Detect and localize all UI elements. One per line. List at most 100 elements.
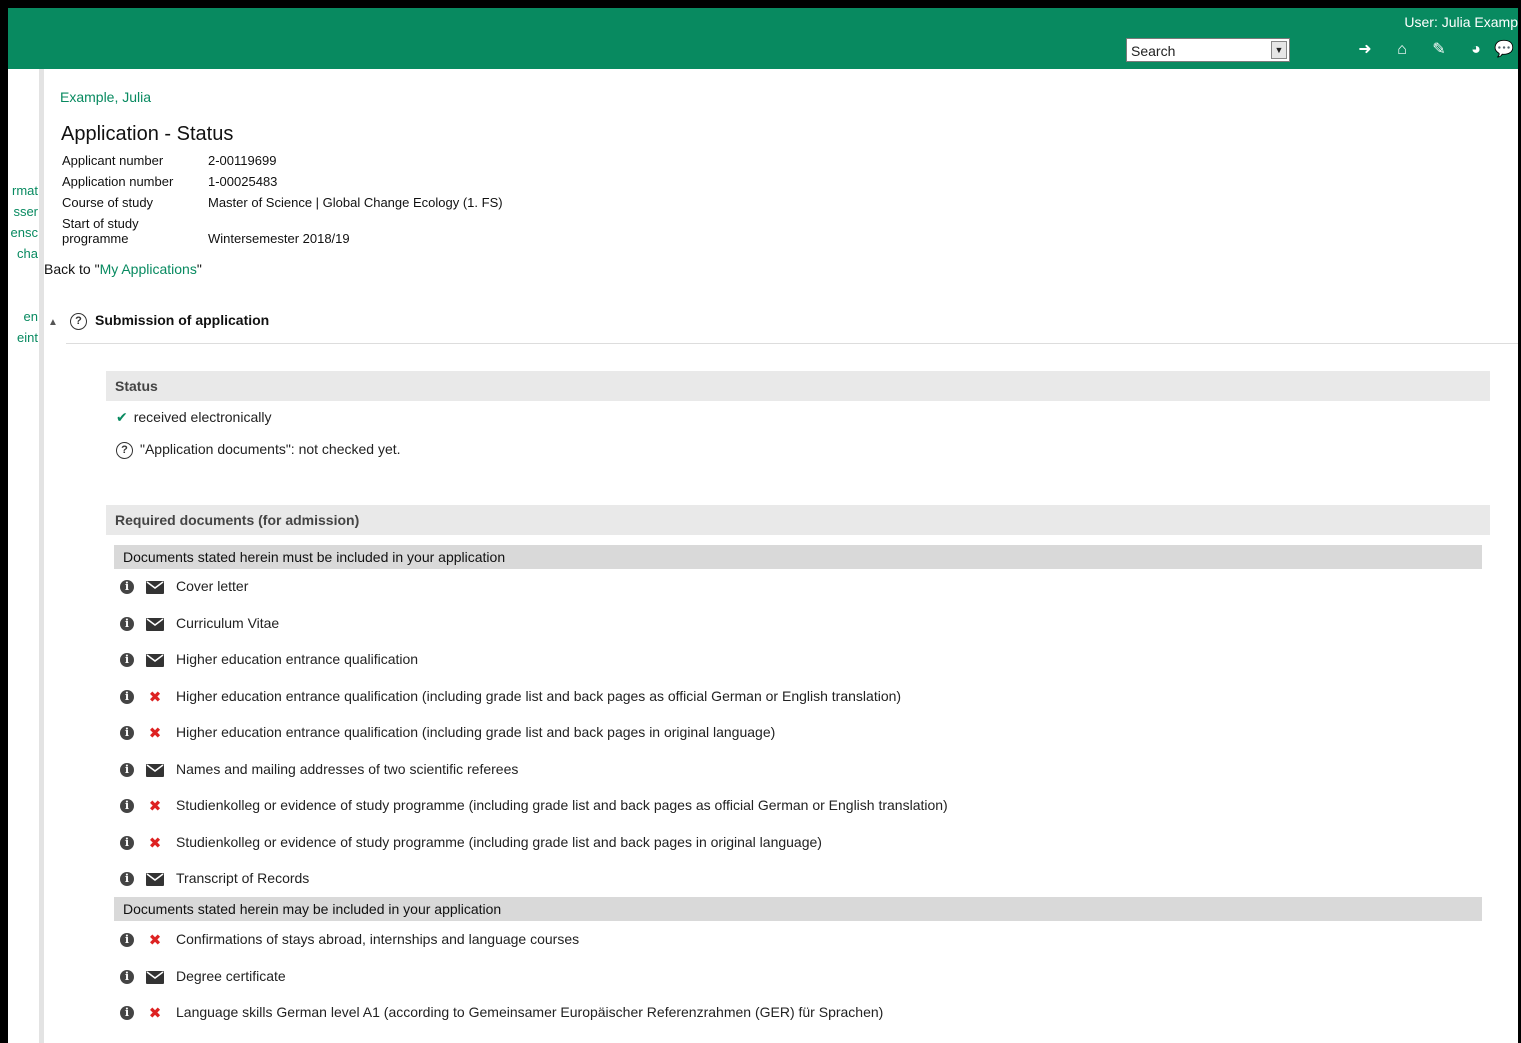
envelope-icon bbox=[144, 579, 166, 596]
document-row: i Higher education entrance qualification bbox=[120, 651, 418, 671]
left-nav-item[interactable]: en bbox=[24, 309, 38, 324]
missing-cross-icon: ✖ bbox=[148, 688, 162, 706]
document-row: i ✖ Studienkolleg or evidence of study pro… bbox=[120, 834, 822, 854]
dashboard-icon[interactable]: ◕ bbox=[1466, 40, 1486, 60]
applicant-number-row: Applicant number 2-00119699 bbox=[62, 153, 276, 168]
required-docs-header: Required documents (for admission) bbox=[106, 505, 1490, 535]
info-icon[interactable]: i bbox=[120, 872, 134, 887]
help-icon[interactable]: ? bbox=[116, 441, 133, 459]
info-icon[interactable]: i bbox=[120, 616, 134, 631]
course-label: Course of study bbox=[62, 195, 154, 210]
document-row: i Degree certificate bbox=[120, 968, 286, 988]
browser-frame: User: Julia Examp Search ▼ ➜ ⌂ ✎ ◕ 💬 rma… bbox=[8, 8, 1518, 1043]
document-row: i ✖ Studienkolleg or evidence of study pro… bbox=[120, 797, 948, 817]
info-icon[interactable]: i bbox=[120, 689, 134, 704]
page-title: Application - Status bbox=[61, 123, 234, 145]
applicant-number-value: 2-00119699 bbox=[208, 153, 277, 168]
left-nav-item[interactable]: ensc bbox=[11, 225, 38, 240]
document-label: Higher education entrance qualification … bbox=[176, 687, 902, 704]
language-icon[interactable]: 💬 bbox=[1494, 40, 1514, 60]
left-nav-item[interactable]: rmat bbox=[12, 183, 38, 198]
info-icon[interactable]: i bbox=[120, 580, 134, 595]
document-label: Higher education entrance qualification … bbox=[176, 724, 776, 740]
document-label: Studienkolleg or evidence of study progr… bbox=[176, 797, 948, 813]
document-row: i Names and mailing addresses of two scie… bbox=[120, 761, 518, 781]
left-nav-item[interactable]: eint bbox=[17, 330, 38, 345]
info-icon[interactable]: i bbox=[120, 969, 134, 984]
document-label: Language skills German level A1 (accordi… bbox=[176, 1004, 884, 1020]
status-received: ✔ received electronically bbox=[116, 409, 271, 426]
envelope-icon bbox=[144, 968, 166, 985]
document-label: Cover letter bbox=[176, 578, 249, 594]
envelope-icon bbox=[144, 652, 166, 669]
missing-cross-icon: ✖ bbox=[148, 932, 162, 950]
submission-toggle[interactable]: ▲? Submission of application bbox=[48, 312, 269, 330]
left-nav-strip: rmat sser ensc cha en eint bbox=[8, 69, 39, 1043]
back-suffix: " bbox=[196, 261, 202, 277]
submission-label: Submission of application bbox=[95, 312, 270, 328]
person-name[interactable]: Example, Julia bbox=[60, 89, 151, 105]
status-docs-text: "Application documents": not checked yet… bbox=[140, 441, 401, 457]
home-icon[interactable]: ⌂ bbox=[1392, 40, 1412, 60]
search-value: Search bbox=[1131, 43, 1176, 59]
chevron-down-icon[interactable]: ▼ bbox=[1271, 41, 1287, 59]
document-row: i ✖ Higher education entrance qualificatio… bbox=[120, 724, 775, 744]
help-icon[interactable]: ? bbox=[70, 312, 87, 330]
info-icon[interactable]: i bbox=[120, 933, 134, 948]
document-label: Confirmations of stays abroad, internshi… bbox=[176, 931, 580, 947]
search-select[interactable]: Search ▼ bbox=[1126, 38, 1290, 62]
back-prefix: Back to " bbox=[44, 261, 100, 277]
document-label: Degree certificate bbox=[176, 967, 286, 984]
info-icon[interactable]: i bbox=[120, 799, 134, 814]
start-value: Wintersemester 2018/19 bbox=[208, 231, 350, 246]
info-icon[interactable]: i bbox=[120, 726, 134, 741]
checkmark-icon: ✔ bbox=[116, 409, 128, 425]
course-value: Master of Science | Global Change Ecolog… bbox=[208, 195, 503, 210]
missing-cross-icon: ✖ bbox=[148, 1005, 162, 1023]
document-label: Higher education entrance qualification bbox=[176, 651, 419, 667]
envelope-icon bbox=[144, 615, 166, 632]
my-applications-link[interactable]: My Applications bbox=[100, 261, 197, 277]
missing-cross-icon: ✖ bbox=[148, 834, 162, 852]
course-row: Course of study Master of Science | Globa… bbox=[62, 195, 503, 210]
status-header: Status bbox=[106, 371, 1490, 401]
must-include-header: Documents stated herein must be included… bbox=[114, 545, 1482, 569]
document-row: i Transcript of Records bbox=[120, 870, 309, 890]
section-divider bbox=[66, 343, 1518, 344]
envelope-icon bbox=[144, 761, 166, 778]
start-row: Start of study programme Wintersemester 2… bbox=[62, 216, 350, 246]
edit-icon[interactable]: ✎ bbox=[1429, 40, 1449, 60]
application-number-label: Application number bbox=[62, 174, 174, 189]
back-line: Back to "My Applications" bbox=[44, 261, 202, 277]
application-number-row: Application number 1-00025483 bbox=[62, 174, 277, 189]
collapse-triangle-icon[interactable]: ▲ bbox=[48, 317, 64, 328]
status-docs: ? "Application documents": not checked ye… bbox=[116, 441, 401, 459]
document-row: i Cover letter bbox=[120, 578, 248, 598]
start-label: Start of study programme bbox=[62, 216, 139, 246]
document-row: i Curriculum Vitae bbox=[120, 615, 279, 635]
user-label: User: Julia Examp bbox=[1404, 14, 1518, 30]
left-nav-item[interactable]: sser bbox=[13, 204, 38, 219]
application-number-value: 1-00025483 bbox=[208, 174, 278, 189]
logout-icon[interactable]: ➜ bbox=[1355, 40, 1375, 60]
document-label: Transcript of Records bbox=[176, 870, 310, 886]
document-label: Names and mailing addresses of two scien… bbox=[176, 760, 519, 777]
document-row: i ✖ Higher education entrance qualificatio… bbox=[120, 688, 901, 708]
applicant-number-label: Applicant number bbox=[62, 153, 164, 168]
document-row: i ✖ Language skills German level A1 (accor… bbox=[120, 1004, 883, 1024]
missing-cross-icon: ✖ bbox=[148, 725, 162, 743]
info-icon[interactable]: i bbox=[120, 835, 134, 850]
status-received-text: received electronically bbox=[133, 409, 272, 425]
missing-cross-icon: ✖ bbox=[148, 798, 162, 816]
document-row: i ✖ Confirmations of stays abroad, interns… bbox=[120, 931, 579, 951]
may-include-header: Documents stated herein may be included … bbox=[114, 897, 1482, 921]
main-content: Example, Julia Application - Status Appl… bbox=[44, 69, 1518, 1043]
info-icon[interactable]: i bbox=[120, 1006, 134, 1021]
left-nav-item[interactable]: cha bbox=[17, 246, 38, 261]
document-label: Studienkolleg or evidence of study progr… bbox=[176, 833, 822, 850]
top-bar: User: Julia Examp Search ▼ ➜ ⌂ ✎ ◕ 💬 bbox=[8, 8, 1518, 69]
info-icon[interactable]: i bbox=[120, 653, 134, 668]
envelope-icon bbox=[144, 871, 166, 888]
document-label: Curriculum Vitae bbox=[176, 614, 280, 631]
info-icon[interactable]: i bbox=[120, 762, 134, 777]
